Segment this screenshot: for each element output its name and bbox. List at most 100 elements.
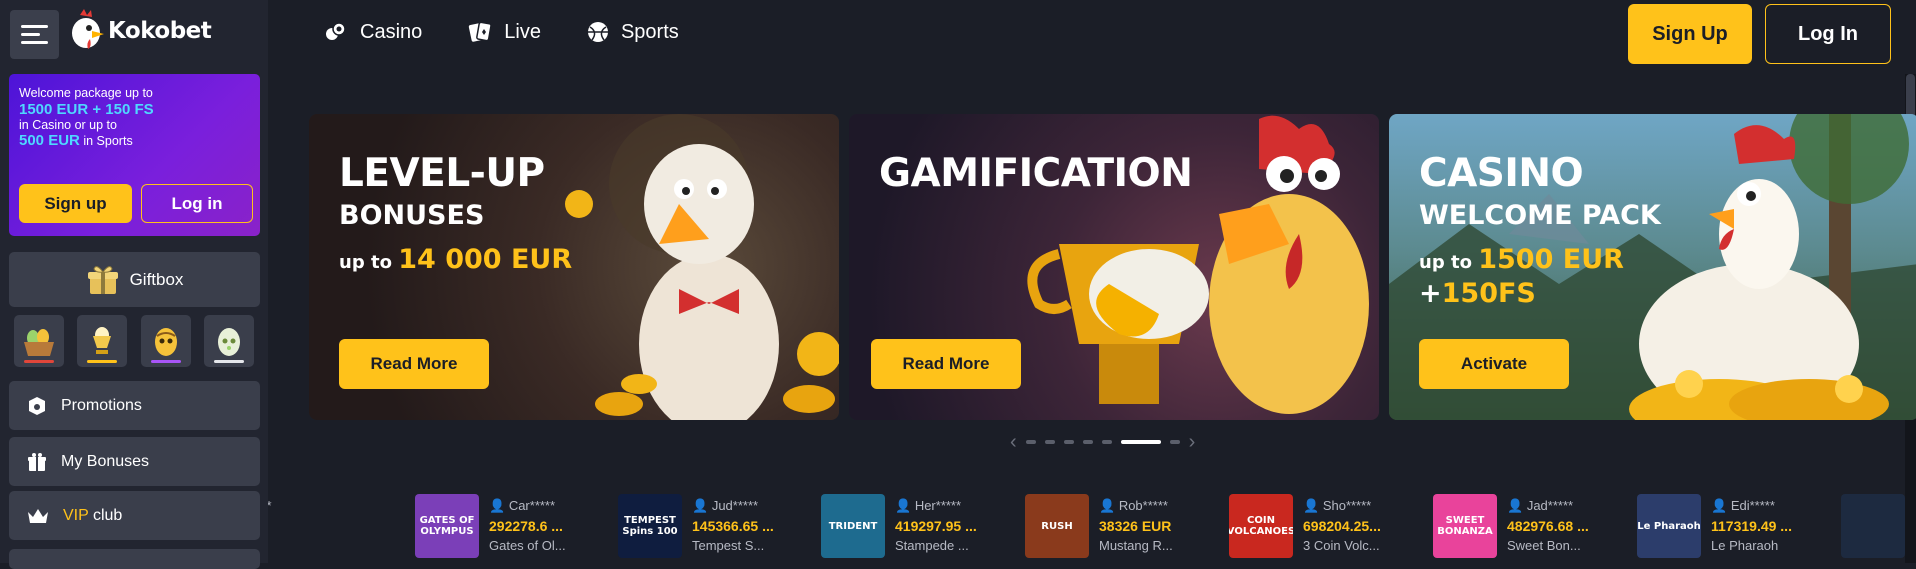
carousel-dot[interactable] — [1044, 440, 1055, 444]
win-game-name[interactable]: Mustang R... — [1099, 538, 1173, 553]
egg-golden[interactable] — [140, 315, 191, 367]
sidebar-item-vip-club[interactable]: VIP club — [9, 491, 260, 540]
egg-trophy[interactable] — [77, 315, 128, 367]
recent-wins-ticker: 👤 lar*****94 EURerry Pop GATES OF OLYMPUS… — [268, 484, 1905, 563]
thumbnail-label: Le Pharaoh — [1637, 520, 1701, 532]
egg-progress-bar — [87, 360, 118, 363]
banner-up-to: up to — [339, 252, 392, 273]
chevron-right-icon[interactable]: › — [1189, 432, 1196, 452]
game-thumbnail[interactable]: TEMPEST Spins 100 — [618, 494, 682, 558]
menu-toggle-button[interactable] — [10, 10, 59, 59]
nav-live[interactable]: Live — [468, 20, 541, 44]
game-thumbnail[interactable]: Le Pharaoh — [1637, 494, 1701, 558]
game-thumbnail-partial[interactable] — [1841, 494, 1905, 558]
sidebar-item-promotions[interactable]: Promotions — [9, 381, 260, 430]
game-thumbnail[interactable]: TRIDENT — [821, 494, 885, 558]
win-game-name[interactable]: Sweet Bon... — [1507, 538, 1581, 553]
sidebar-item-my-bonuses[interactable]: My Bonuses — [9, 437, 260, 486]
win-item[interactable]: GATES OF OLYMPUS 👤 Car***** 292278.6 ... Ga… — [415, 494, 615, 559]
banner-free-spins: 150FS — [1441, 278, 1536, 309]
win-game-name[interactable]: Stampede ... — [895, 538, 969, 553]
win-item[interactable]: Le Pharaoh 👤 Edi***** 117319.49 ... Le Phar… — [1637, 494, 1837, 559]
carousel-dot[interactable] — [1169, 440, 1180, 444]
win-item[interactable]: 👤 lar*****94 EURerry Pop — [268, 494, 338, 559]
cards-icon — [469, 21, 492, 42]
chevron-left-icon[interactable]: ‹ — [1010, 432, 1017, 452]
nav-sports[interactable]: Sports — [587, 20, 679, 44]
banner-activate-button[interactable]: Activate — [1419, 339, 1569, 389]
sidebar-item-more[interactable] — [9, 549, 260, 569]
banner-casino-welcome[interactable]: CASINO WELCOME PACK up to 1500 EUR +150F… — [1389, 114, 1916, 420]
banner-plus: + — [1419, 278, 1442, 309]
promo-signup-button[interactable]: Sign up — [19, 184, 132, 223]
egg-basket[interactable] — [14, 315, 64, 367]
banner-level-up[interactable]: LEVEL-UP BONUSES up to 14 000 EUR Read M… — [309, 114, 839, 420]
banner-read-more-button[interactable]: Read More — [871, 339, 1021, 389]
nav-label: Casino — [360, 20, 423, 43]
promo-line1: Welcome package up to — [19, 86, 153, 100]
nav-label: Sports — [620, 20, 679, 43]
game-thumbnail[interactable]: RUSH — [1025, 494, 1089, 558]
win-user-name: Edi***** — [1730, 498, 1775, 513]
banner-amount: 14 000 EUR — [398, 244, 573, 275]
egg-progress-bar — [24, 360, 54, 363]
win-amount: 419297.95 ... — [895, 518, 977, 534]
egg-progress-bar — [150, 360, 181, 363]
win-user: 👤 Sho***** — [1303, 498, 1371, 514]
banner-up-to: up to — [1419, 252, 1472, 273]
carousel-dot[interactable] — [1082, 440, 1093, 444]
thumbnail-label: SWEET BONANZA — [1437, 515, 1493, 537]
win-game-name[interactable]: Tempest S... — [692, 538, 764, 553]
win-item[interactable]: COIN VOLCANOES 👤 Sho***** 698204.25... 3 Co… — [1229, 494, 1429, 559]
game-thumbnail[interactable]: SWEET BONANZA — [1433, 494, 1497, 558]
carousel-dot-active[interactable] — [1120, 440, 1161, 444]
banner-gamification[interactable]: GAMIFICATION Read More — [849, 114, 1379, 420]
white-egg-icon — [217, 328, 240, 356]
promo-login-button[interactable]: Log in — [141, 184, 253, 223]
main-nav: Casino Live Sports — [324, 20, 679, 44]
carousel-dot[interactable] — [1101, 440, 1112, 444]
banner-title: LEVEL-UP — [339, 151, 545, 196]
win-item[interactable]: RUSH 👤 Rob***** 38326 EUR Mustang R... — [1025, 494, 1225, 559]
banner-read-more-button[interactable]: Read More — [339, 339, 489, 389]
logo[interactable]: Kokobet — [66, 6, 212, 56]
win-user: 👤 Jud***** — [692, 498, 758, 514]
giftbox-icon — [87, 265, 118, 294]
game-thumbnail[interactable]: COIN VOLCANOES — [1229, 494, 1293, 558]
win-user: 👤 Jad***** — [1507, 498, 1573, 514]
win-game-name[interactable]: 3 Coin Volc... — [1303, 538, 1380, 553]
win-amount: 117319.49 ... — [1711, 518, 1792, 534]
basket-eggs-icon — [24, 329, 54, 356]
banner-title: GAMIFICATION — [879, 151, 1193, 196]
promo-sports-text: in Sports — [83, 134, 133, 148]
nav-casino[interactable]: Casino — [324, 20, 422, 44]
egg-white[interactable] — [203, 315, 254, 367]
chip-icon — [326, 22, 346, 40]
win-user-name: Car***** — [508, 498, 556, 513]
egg-progress-bar — [213, 360, 244, 363]
carousel-dot[interactable] — [1063, 440, 1074, 444]
banner-subtitle: WELCOME PACK — [1419, 200, 1661, 231]
win-item[interactable]: SWEET BONANZA 👤 Jad***** 482976.68 ... Swee… — [1433, 494, 1633, 559]
win-user: 👤 lar***** — [268, 498, 272, 514]
game-thumbnail[interactable]: GATES OF OLYMPUS — [415, 494, 479, 558]
thumbnail-label: GATES OF OLYMPUS — [419, 515, 475, 537]
giftbox-button[interactable]: Giftbox — [9, 252, 260, 307]
header-login-button[interactable]: Log In — [1765, 4, 1891, 64]
vip-label: VIP — [63, 506, 89, 524]
thumbnail-label: RUSH — [1041, 520, 1073, 532]
crown-icon — [28, 508, 48, 523]
win-item[interactable]: TRIDENT 👤 Her***** 419297.95 ... Stampede .… — [821, 494, 1021, 559]
logo-wordmark: Kokobet — [108, 18, 212, 44]
header-signup-button[interactable]: Sign Up — [1628, 4, 1752, 64]
win-game-name[interactable]: Le Pharaoh — [1711, 538, 1778, 553]
win-amount: 145366.65 ... — [692, 518, 774, 534]
win-user-name: Jud***** — [711, 498, 759, 513]
win-amount: 482976.68 ... — [1507, 518, 1589, 534]
carousel-dot[interactable] — [1025, 440, 1036, 444]
ball-icon — [587, 22, 608, 42]
sidebar-header: Kokobet — [0, 0, 268, 69]
win-game-name[interactable]: Gates of Ol... — [489, 538, 566, 553]
win-item[interactable]: TEMPEST Spins 100 👤 Jud***** 145366.65 ...… — [618, 494, 818, 559]
banner-offer: up to 14 000 EUR — [339, 244, 572, 275]
